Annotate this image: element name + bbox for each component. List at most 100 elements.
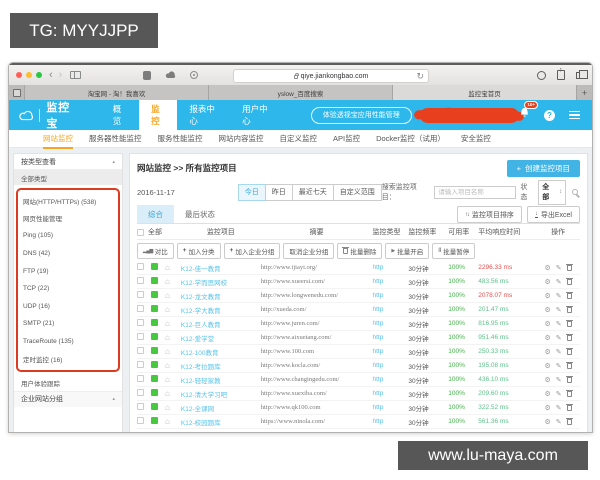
create-monitor-button[interactable]: 创建监控项目 [506,159,580,177]
settings-icon[interactable] [544,390,550,398]
edit-icon[interactable] [556,320,562,328]
compare-button[interactable]: 对比 [137,242,174,259]
forward-icon[interactable] [59,70,63,80]
settings-icon[interactable] [544,376,550,384]
settings-icon[interactable] [544,278,550,286]
settings-icon[interactable] [544,362,550,370]
date-range-button[interactable]: 自定义范围 [332,183,382,201]
edit-icon[interactable] [556,334,562,342]
monitor-name-link[interactable]: K12-轻轻家教 [181,375,261,385]
cloud-extension-icon[interactable] [165,71,176,79]
monitor-name-link[interactable]: K12-巨人教育 [181,319,261,329]
edit-icon[interactable] [556,390,562,398]
export-excel-button[interactable]: 导出Excel [526,206,580,223]
sidebar-type-item[interactable]: 定时监控 (16) [18,350,118,368]
sidebar-type-item[interactable]: 网站(HTTP/HTTPs) (538) [18,192,118,210]
add-to-category-button[interactable]: 加入分类 [176,242,221,259]
settings-icon[interactable] [544,292,550,300]
search-input[interactable] [434,185,517,199]
subnav-item[interactable]: API监控 [333,133,360,144]
browser-tab[interactable]: 淘宝网 - 淘！我喜欢 [25,85,209,100]
sidebar-toggle-icon[interactable] [70,71,82,79]
downloads-icon[interactable] [537,70,546,80]
settings-icon[interactable] [544,348,550,356]
pinned-tab-icon[interactable] [9,85,25,100]
monitor-name-link[interactable]: K12-佳一教育 [181,263,261,273]
close-window-button[interactable] [16,72,22,78]
zoom-window-button[interactable] [36,72,42,78]
address-bar[interactable]: qiye.jiankongbao.com [233,69,429,83]
trash-icon[interactable] [565,375,573,383]
settings-icon[interactable] [544,320,550,328]
edit-icon[interactable] [556,418,562,426]
sidebar-type-item[interactable]: UDP (16) [18,298,118,316]
browser-tab[interactable]: 监控宝首页 [393,85,577,100]
reader-icon[interactable] [190,71,199,79]
sidebar-group-title[interactable]: 企业网站分组 [21,394,63,404]
trash-icon[interactable] [565,319,573,327]
trash-icon[interactable] [565,361,573,369]
new-tab-icon[interactable] [577,85,592,100]
row-checkbox[interactable] [137,347,144,354]
nav-item[interactable]: 报表中心 [177,100,230,130]
settings-icon[interactable] [544,404,550,412]
sort-monitors-button[interactable]: 监控项目排序 [456,206,522,223]
refresh-icon[interactable] [416,71,424,82]
edit-icon[interactable] [556,362,562,370]
trash-icon[interactable] [565,305,573,313]
subnav-item[interactable]: 安全监控 [461,133,491,144]
status-dropdown[interactable]: 全部 [538,179,567,205]
sidebar-type-item[interactable]: 网页性能管理 [18,210,118,228]
row-checkbox[interactable] [137,375,144,382]
back-icon[interactable] [49,70,53,80]
subnav-item[interactable]: 服务器性能监控 [89,133,142,144]
subnav-item[interactable]: 网站监控 [43,133,73,149]
settings-icon[interactable] [544,418,550,426]
bulk-enable-button[interactable]: 批量开启 [385,242,430,259]
monitor-name-link[interactable]: K12-100教育 [181,347,261,357]
trash-icon[interactable] [565,277,573,285]
row-checkbox[interactable] [137,291,144,298]
notifications-bell-icon[interactable]: 10+ [519,101,538,124]
edit-icon[interactable] [556,278,562,286]
menu-icon[interactable] [569,110,580,120]
monitor-name-link[interactable]: K12-全课网 [181,403,261,413]
edit-icon[interactable] [556,404,562,412]
row-checkbox[interactable] [137,263,144,270]
subnav-item[interactable]: 服务性能监控 [158,133,203,144]
date-range-button[interactable]: 今日 [237,183,266,201]
nav-item[interactable]: 用户中心 [230,100,283,130]
collapse-icon[interactable] [112,159,115,165]
edit-icon[interactable] [556,292,562,300]
sidebar-type-item[interactable]: TCP (22) [18,280,118,298]
share-icon[interactable] [557,67,565,80]
settings-icon[interactable] [544,334,550,342]
add-to-group-button[interactable]: 加入企业分组 [223,242,281,259]
sidebar-type-item[interactable]: SMTP (21) [18,315,118,333]
trash-icon[interactable] [565,333,573,341]
subnav-item[interactable]: Docker监控（试用） [376,133,445,144]
view-tab[interactable]: 综合 [137,205,174,223]
monitor-name-link[interactable]: K12-清大学习吧 [181,389,261,399]
promo-pill-button[interactable]: 体验透视宝应用性能管理 [310,106,412,124]
view-tab[interactable]: 最后状态 [174,205,226,223]
date-range-button[interactable]: 最近七天 [291,183,334,201]
sidebar-type-item[interactable]: Ping (105) [18,227,118,245]
help-icon[interactable] [544,109,555,121]
monitor-name-link[interactable]: K12-爱学堂 [181,333,261,343]
subnav-item[interactable]: 网站内容监控 [219,133,264,144]
subnav-item[interactable]: 自定义监控 [280,133,318,144]
browser-tab[interactable]: yslow_百度搜索 [209,85,393,100]
edit-icon[interactable] [556,264,562,272]
nav-item[interactable]: 监控 [139,100,178,130]
monitor-name-link[interactable]: K12-考拉题库 [181,361,261,371]
row-checkbox[interactable] [137,319,144,326]
row-checkbox[interactable] [137,277,144,284]
trash-icon[interactable] [565,389,573,397]
date-range-button[interactable]: 昨日 [264,183,293,201]
sidebar-type-item[interactable]: FTP (19) [18,262,118,280]
row-checkbox[interactable] [137,403,144,410]
edit-icon[interactable] [556,376,562,384]
trash-icon[interactable] [565,417,573,425]
sidebar-item-ux-tracking[interactable]: 用户体验跟踪 [14,375,122,391]
